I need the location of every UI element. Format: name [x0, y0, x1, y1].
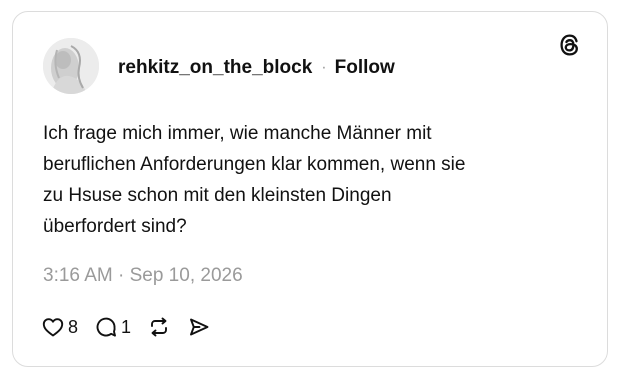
avatar[interactable] [43, 38, 99, 94]
post-text-line: Ich frage mich immer, wie manche Männer … [43, 123, 432, 144]
repost-icon [147, 315, 171, 339]
action-bar: 8 1 [41, 314, 227, 340]
avatar-image [43, 38, 99, 94]
like-button[interactable]: 8 [41, 315, 78, 339]
username-link[interactable]: rehkitz_on_the_block [118, 57, 312, 79]
reply-button[interactable]: 1 [94, 315, 131, 339]
reply-count: 1 [121, 316, 132, 337]
post-timestamp[interactable]: 3:16 AM · Sep 10, 2026 [43, 265, 243, 287]
post-text-line: zu Hsuse schon mit den kleinsten Dingen [43, 185, 392, 206]
repost-button[interactable] [147, 315, 171, 339]
follow-button[interactable]: Follow [335, 57, 395, 79]
speech-bubble-icon [94, 315, 118, 339]
share-button[interactable] [187, 315, 211, 339]
send-icon [187, 315, 211, 339]
post-card: rehkitz_on_the_block · Follow Ich frage … [12, 11, 608, 367]
threads-logo-icon[interactable] [557, 32, 583, 58]
post-text: Ich frage mich immer, wie manche Männer … [43, 118, 563, 242]
post-text-line: überfordert sind? [43, 216, 187, 237]
post-header: rehkitz_on_the_block · Follow [118, 56, 395, 80]
heart-icon [41, 315, 65, 339]
post-text-line: beruflichen Anforderungen klar kommen, w… [43, 154, 466, 175]
separator-dot: · [321, 59, 327, 76]
like-count: 8 [68, 316, 79, 337]
